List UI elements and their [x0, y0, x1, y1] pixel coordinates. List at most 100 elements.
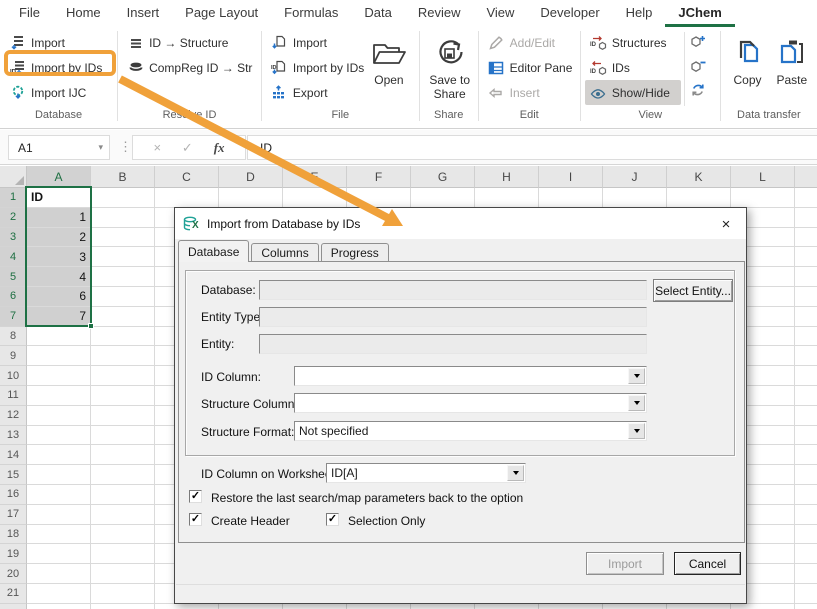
entity-type-field[interactable]	[259, 307, 647, 327]
editor-pane-button[interactable]: Editor Pane	[483, 55, 578, 80]
cell-partial[interactable]	[795, 426, 817, 446]
ribbon-tab-insert[interactable]: Insert	[114, 1, 173, 27]
ribbon-tab-formulas[interactable]: Formulas	[271, 1, 351, 27]
cell-B21[interactable]	[91, 584, 155, 604]
refresh-button[interactable]	[688, 80, 708, 100]
cell-partial[interactable]	[795, 584, 817, 604]
file-import-by-ids-button[interactable]: ID Import by IDs	[266, 55, 366, 80]
formula-bar-grip-icon[interactable]: ⋮	[119, 139, 131, 155]
cancel-entry-icon[interactable]: ×	[153, 140, 161, 155]
confirm-entry-icon[interactable]: ✓	[182, 140, 193, 156]
open-button[interactable]: Open	[366, 30, 412, 108]
cell-B11[interactable]	[91, 386, 155, 406]
cell-D22[interactable]	[219, 604, 283, 609]
cell-partial[interactable]	[795, 346, 817, 366]
cell-B17[interactable]	[91, 505, 155, 525]
cell-A17[interactable]	[27, 505, 91, 525]
cell-E1[interactable]	[283, 188, 347, 208]
cell-A21[interactable]	[27, 584, 91, 604]
cell-partial[interactable]	[795, 386, 817, 406]
structure-column-dropdown-button[interactable]	[628, 395, 645, 411]
cell-A19[interactable]	[27, 544, 91, 564]
cell-B18[interactable]	[91, 525, 155, 545]
row-header-7[interactable]: 7	[0, 307, 27, 327]
column-header-L[interactable]: L	[731, 166, 795, 188]
cell-A14[interactable]	[27, 445, 91, 465]
cell-A20[interactable]	[27, 564, 91, 584]
cell-partial[interactable]	[795, 366, 817, 386]
row-header-15[interactable]: 15	[0, 465, 27, 485]
import-ijc-button[interactable]: Import IJC	[4, 80, 107, 105]
remove-structure-button[interactable]	[688, 56, 708, 76]
add-edit-button[interactable]: Add/Edit	[483, 30, 578, 55]
cell-partial[interactable]	[795, 188, 817, 208]
paste-button[interactable]: Paste	[773, 30, 812, 108]
ribbon-tab-page-layout[interactable]: Page Layout	[172, 1, 271, 27]
id-column-combo[interactable]	[294, 366, 647, 386]
column-header-partial[interactable]	[795, 166, 817, 188]
select-entity-button[interactable]: Select Entity...	[653, 279, 733, 302]
cell-F1[interactable]	[347, 188, 411, 208]
cell-B8[interactable]	[91, 327, 155, 347]
column-header-C[interactable]: C	[155, 166, 219, 188]
show-hide-button[interactable]: Show/Hide	[585, 80, 681, 105]
ribbon-tab-jchem[interactable]: JChem	[665, 1, 734, 27]
row-header-21[interactable]: 21	[0, 584, 27, 604]
row-header-13[interactable]: 13	[0, 426, 27, 446]
import-database-button[interactable]: Import	[4, 30, 107, 55]
cell-A12[interactable]	[27, 406, 91, 426]
select-all-corner[interactable]	[0, 166, 27, 188]
cell-B9[interactable]	[91, 346, 155, 366]
cell-B19[interactable]	[91, 544, 155, 564]
cell-B10[interactable]	[91, 366, 155, 386]
column-header-D[interactable]: D	[219, 166, 283, 188]
cell-D1[interactable]	[219, 188, 283, 208]
cell-C1[interactable]	[155, 188, 219, 208]
cell-L1[interactable]	[731, 188, 795, 208]
cell-A7[interactable]: 7	[27, 307, 91, 327]
cell-partial[interactable]	[795, 604, 817, 609]
cancel-button[interactable]: Cancel	[674, 552, 741, 575]
cell-A6[interactable]: 6	[27, 287, 91, 307]
cell-B22[interactable]	[91, 604, 155, 609]
cell-A3[interactable]: 2	[27, 228, 91, 248]
cell-J22[interactable]	[603, 604, 667, 609]
ribbon-tab-view[interactable]: View	[473, 1, 527, 27]
ribbon-tab-review[interactable]: Review	[405, 1, 474, 27]
structure-column-combo[interactable]	[294, 393, 647, 413]
cell-partial[interactable]	[795, 485, 817, 505]
cell-H1[interactable]	[475, 188, 539, 208]
cell-B4[interactable]	[91, 247, 155, 267]
row-header-4[interactable]: 4	[0, 247, 27, 267]
worksheet-id-column-dropdown-button[interactable]	[507, 465, 524, 481]
structures-button[interactable]: ID Structures	[585, 30, 681, 55]
cell-partial[interactable]	[795, 525, 817, 545]
cell-partial[interactable]	[795, 445, 817, 465]
cell-B3[interactable]	[91, 228, 155, 248]
column-header-K[interactable]: K	[667, 166, 731, 188]
cell-A5[interactable]: 4	[27, 267, 91, 287]
row-header-3[interactable]: 3	[0, 228, 27, 248]
selection-only-checkbox[interactable]: ✓	[326, 513, 339, 526]
cell-G1[interactable]	[411, 188, 475, 208]
entity-field[interactable]	[259, 334, 647, 354]
cell-K1[interactable]	[667, 188, 731, 208]
cell-partial[interactable]	[795, 247, 817, 267]
cell-G22[interactable]	[411, 604, 475, 609]
name-box-dropdown-icon[interactable]: ▾	[98, 142, 103, 153]
export-button[interactable]: Export	[266, 80, 366, 105]
cell-partial[interactable]	[795, 564, 817, 584]
cell-A10[interactable]	[27, 366, 91, 386]
dialog-tab-database[interactable]: Database	[178, 240, 249, 262]
row-header-12[interactable]: 12	[0, 406, 27, 426]
insert-function-icon[interactable]: fx	[214, 140, 225, 156]
column-header-E[interactable]: E	[283, 166, 347, 188]
cell-L22[interactable]	[731, 604, 795, 609]
cell-B1[interactable]	[91, 188, 155, 208]
cell-partial[interactable]	[795, 505, 817, 525]
database-field[interactable]	[259, 280, 647, 300]
cell-B16[interactable]	[91, 485, 155, 505]
row-header-19[interactable]: 19	[0, 544, 27, 564]
row-header-16[interactable]: 16	[0, 485, 27, 505]
cell-B12[interactable]	[91, 406, 155, 426]
